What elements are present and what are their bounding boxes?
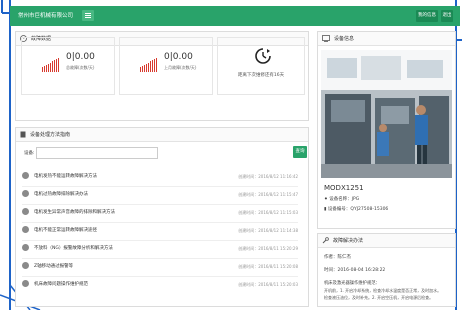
item-date: 创建时间：2016/8/11 15:20:29 <box>238 246 298 251</box>
item-title[interactable]: Z轴移动通过报警等 <box>34 263 73 269</box>
hamburger-icon <box>85 13 91 14</box>
list-item[interactable]: 电机发热不能运转故障解决方法 创建时间：2016/8/12 11:16:42 <box>22 168 298 187</box>
repair-body-line: 开机前，1. 开启冷却系统，检查冷却水温度是否正常，及时加水。 <box>324 288 442 293</box>
device-info-panel: 设备信息 MODX1251 ⚫ 设备名称：JPG ▮ 设备编号：QYJ27508… <box>317 31 456 229</box>
item-date: 创建时间：2016/8/11 15:20:08 <box>238 264 298 269</box>
company-name: 常州市巨机械有限公司 <box>18 13 74 19</box>
device-name-row: ⚫ 设备名称：JPG <box>324 196 359 202</box>
last-month-fault-label: 上月故障(次数/天) <box>164 65 197 70</box>
top-navbar: 常州市巨机械有限公司 我的信息 退出 <box>10 6 460 26</box>
bullet-icon <box>22 280 29 287</box>
item-title[interactable]: 电机不能正常运转故障解决途径 <box>34 227 97 233</box>
wrench-icon <box>322 237 329 244</box>
barcode-icon: ▮ <box>324 207 327 212</box>
next-maintenance-stat: 距离下次维修还有16天 <box>217 37 305 95</box>
item-date: 创建时间：2016/8/12 11:15:03 <box>238 210 298 215</box>
panel-header: 故障解决办法 <box>318 234 455 248</box>
device-photo <box>321 50 452 178</box>
tag-icon: ⚫ <box>324 197 328 202</box>
bullet-icon <box>22 190 29 197</box>
search-label: 设备: <box>24 151 35 156</box>
monitor-icon <box>322 35 330 42</box>
list-item[interactable]: Z轴移动通过报警等 创建时间：2016/8/11 15:20:08 <box>22 258 298 277</box>
exit-button[interactable]: 退出 <box>441 10 453 22</box>
panel-title: 设备信息 <box>334 36 355 42</box>
list-item[interactable]: 不放料（NG）报警故障分析和解决方法 创建时间：2016/8/11 15:20:… <box>22 240 298 259</box>
time-value: 2016-08-04 16:28:22 <box>337 268 386 273</box>
book-icon <box>20 131 26 138</box>
bar-chart-icon <box>140 58 158 72</box>
item-title[interactable]: 电机发热不能运转故障解决方法 <box>34 173 97 179</box>
device-search-input[interactable] <box>36 147 158 159</box>
next-maintenance-text: 距离下次维修还有16天 <box>237 73 285 78</box>
item-title[interactable]: 电机发生异常声音故障的排除和解决方法 <box>34 209 115 215</box>
author-row: 作者：陈仁杰 <box>324 255 352 260</box>
device-code-row: ▮ 设备编号：QYJ27508-15306 <box>324 206 388 212</box>
total-fault-stat: 0|0.00 总故障(次数/天) <box>21 37 115 95</box>
personal-info-button[interactable]: 我的信息 <box>416 10 438 22</box>
menu-toggle-button[interactable] <box>82 10 94 21</box>
list-item[interactable]: 电机不能正常运转故障解决途径 创建时间：2016/8/12 11:14:38 <box>22 222 298 241</box>
panel-title: 故障解决办法 <box>333 238 364 244</box>
methods-guide-panel: 设备处理方法指南 设备: 查询 电机发热不能运转故障解决方法 创建时间：2016… <box>15 127 309 307</box>
device-code-label: 设备编号： <box>327 207 351 212</box>
list-item[interactable]: 电机过热故障排除解决办法 创建时间：2016/8/12 11:15:47 <box>22 186 298 205</box>
bar-chart-icon <box>42 58 60 72</box>
bullet-icon <box>22 244 29 251</box>
panel-header: 设备信息 <box>318 32 455 46</box>
repair-method-panel: 故障解决办法 作者：陈仁杰 时间：2016-08-04 16:28:22 机床及… <box>317 233 456 307</box>
repair-body-line: 检查液压油位，及时补充。2. 开启空压机，开启电源后检查。 <box>324 295 434 300</box>
item-title[interactable]: 不放料（NG）报警故障分析和解决方法 <box>34 245 113 251</box>
item-title[interactable]: 电机过热故障排除解决办法 <box>34 191 88 197</box>
last-month-fault-stat: 0|0.00 上月故障(次数/天) <box>119 37 213 95</box>
list-item[interactable]: 机床故障问题操作维护规范 创建时间：2016/8/11 15:20:03 <box>22 276 298 294</box>
item-date: 创建时间：2016/8/11 15:20:03 <box>238 282 298 287</box>
bullet-icon <box>22 208 29 215</box>
bullet-icon <box>22 262 29 269</box>
item-title[interactable]: 机床故障问题操作维护规范 <box>34 281 88 287</box>
item-date: 创建时间：2016/8/12 11:16:42 <box>238 174 298 179</box>
total-fault-value: 0|0.00 <box>66 52 95 62</box>
panel-header: 设备处理方法指南 <box>16 128 308 142</box>
total-fault-label: 总故障(次数/天) <box>66 65 95 70</box>
device-code-value: QYJ27508-15306 <box>350 207 389 212</box>
repair-body-title: 机床及激光器操作维护规范： <box>324 281 380 286</box>
device-model: MODX1251 <box>324 184 364 192</box>
bullet-icon <box>22 226 29 233</box>
panel-title: 设备处理方法指南 <box>30 132 71 138</box>
timer-icon <box>255 48 271 64</box>
fault-data-panel: 故障数据 0|0.00 总故障(次数/天) 0|0.00 上月故障(次数/天) … <box>15 31 309 121</box>
item-date: 创建时间：2016/8/12 11:14:38 <box>238 228 298 233</box>
last-month-fault-value: 0|0.00 <box>164 52 193 62</box>
search-button[interactable]: 查询 <box>293 146 307 158</box>
bullet-icon <box>22 172 29 179</box>
device-name-label: 设备名称： <box>329 197 352 202</box>
device-name-value: JPG <box>351 197 360 202</box>
list-item[interactable]: 电机发生异常声音故障的排除和解决方法 创建时间：2016/8/12 11:15:… <box>22 204 298 223</box>
item-date: 创建时间：2016/8/12 11:15:47 <box>238 192 298 197</box>
author-value: 陈仁杰 <box>337 255 352 260</box>
time-row: 时间：2016-08-04 16:28:22 <box>324 268 386 273</box>
